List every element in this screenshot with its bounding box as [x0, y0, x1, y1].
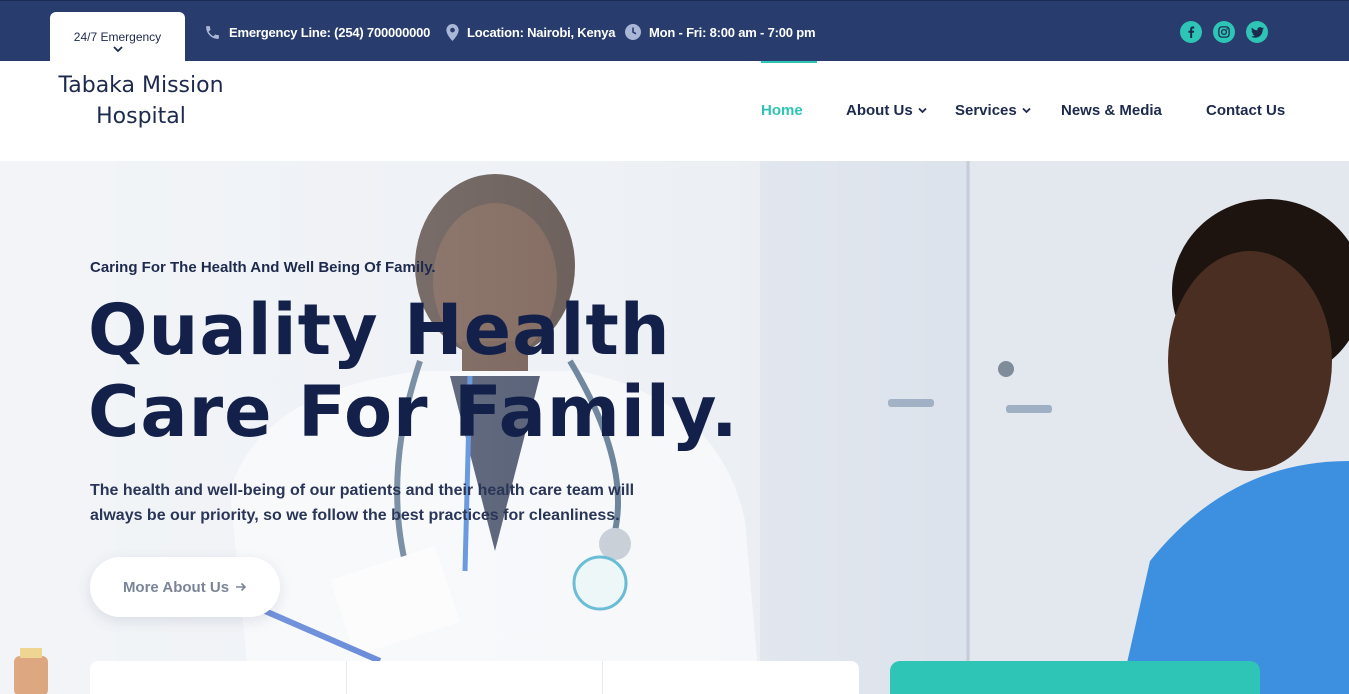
main-header: Tabaka Mission Hospital Home About Us Se…: [0, 61, 1349, 161]
active-nav-indicator: [761, 61, 817, 63]
feature-cards-row: [90, 661, 859, 694]
instagram-icon[interactable]: [1213, 21, 1235, 43]
nav-about-us[interactable]: About Us: [846, 102, 927, 119]
logo-line-2: Hospital: [96, 104, 186, 129]
chevron-down-icon: [1022, 107, 1031, 114]
highlight-card[interactable]: [890, 661, 1260, 694]
location-text: Location: Nairobi, Kenya: [467, 24, 616, 40]
logo-line-1: Tabaka Mission: [58, 73, 224, 98]
location-info: Location: Nairobi, Kenya: [446, 23, 616, 41]
emergency-line-text: Emergency Line: (254) 700000000: [229, 24, 431, 40]
hero-headline: Quality Health Care For Family.: [88, 289, 739, 453]
chevron-down-icon: [918, 107, 927, 114]
map-pin-icon: [446, 23, 459, 41]
twitter-icon[interactable]: [1246, 21, 1268, 43]
chevron-down-icon: [112, 46, 123, 53]
feature-card[interactable]: [347, 661, 604, 694]
emergency-label: 24/7 Emergency: [73, 30, 162, 44]
nav-news-media[interactable]: News & Media: [1061, 102, 1162, 119]
nav-services[interactable]: Services: [955, 102, 1031, 119]
nav-home-label: Home: [761, 102, 803, 119]
nav-contact-us[interactable]: Contact Us: [1206, 102, 1285, 119]
hours-text: Mon - Fri: 8:00 am - 7:00 pm: [649, 24, 816, 40]
more-about-us-label: More About Us: [122, 578, 230, 596]
nav-services-label: Services: [955, 102, 1017, 119]
hero-headline-line-1: Quality Health: [88, 289, 671, 371]
hours-info: Mon - Fri: 8:00 am - 7:00 pm: [625, 23, 816, 41]
nav-home[interactable]: Home: [761, 102, 803, 119]
hero-section: Caring For The Health And Well Being Of …: [0, 161, 1349, 694]
emergency-dropdown[interactable]: 24/7 Emergency: [50, 12, 185, 64]
hero-headline-line-2: Care For Family.: [88, 371, 739, 453]
phone-icon: [206, 25, 219, 39]
nav-contact-label: Contact Us: [1206, 102, 1286, 119]
top-info-bar: 24/7 Emergency Emergency Line: (254) 700…: [0, 0, 1349, 64]
hero-intro-text: The health and well-being of our patient…: [90, 482, 635, 524]
emergency-line-info[interactable]: Emergency Line: (254) 700000000: [204, 23, 430, 41]
clock-icon: [625, 24, 641, 40]
feature-card[interactable]: [90, 661, 347, 694]
more-about-us-button[interactable]: More About Us: [90, 557, 280, 617]
site-logo[interactable]: Tabaka Mission Hospital: [51, 70, 231, 132]
facebook-icon[interactable]: [1180, 21, 1202, 43]
nav-about-label: About Us: [846, 102, 913, 119]
nav-news-label: News & Media: [1061, 102, 1162, 119]
hero-tagline: Caring For The Health And Well Being Of …: [90, 259, 436, 276]
feature-card[interactable]: [603, 661, 859, 694]
arrow-right-icon: [236, 582, 247, 592]
